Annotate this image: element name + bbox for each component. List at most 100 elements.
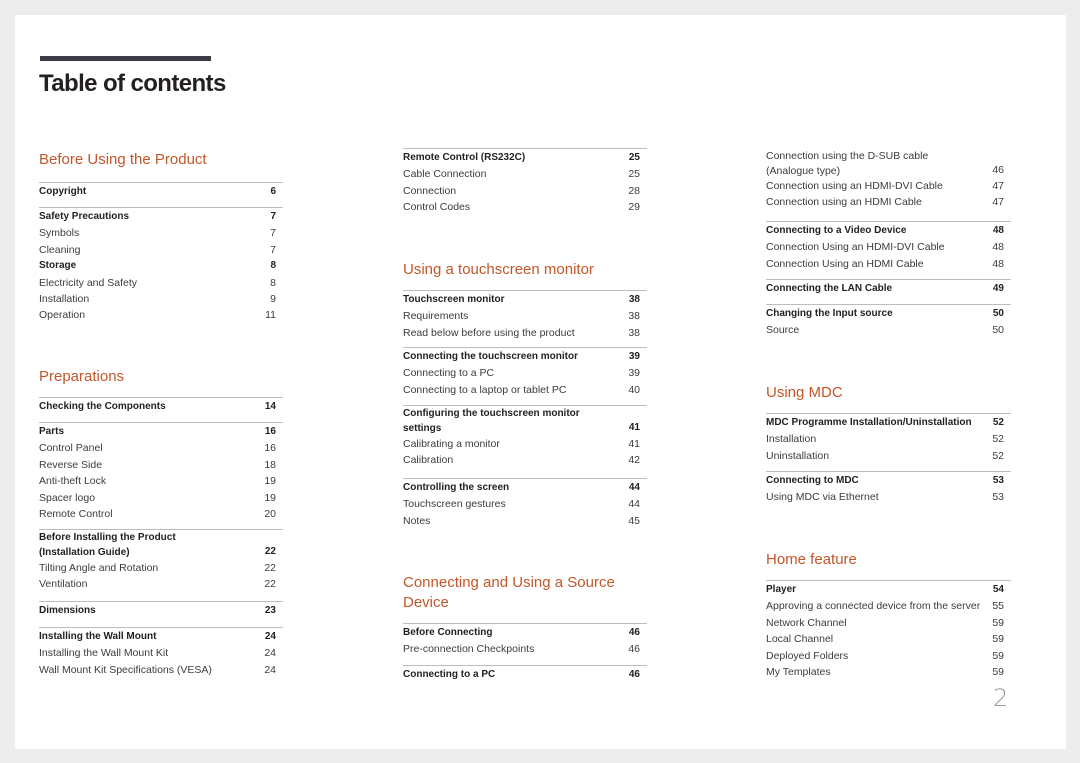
toc-entry[interactable]: Ventilation 22 xyxy=(39,576,283,592)
entry-page-number: 23 xyxy=(264,605,276,616)
toc-entry[interactable]: Cable Connection 25 xyxy=(403,166,647,182)
toc-heading-entry[interactable]: Checking the Components 14 xyxy=(39,399,283,415)
toc-entry[interactable]: Calibrating a monitor 41 xyxy=(403,436,647,452)
entry-label: Player xyxy=(766,584,797,595)
entry-label: Connection Using an HDMI Cable xyxy=(766,257,924,270)
toc-entry[interactable]: Connection 28 xyxy=(403,183,647,199)
entry-page-number: 39 xyxy=(628,351,640,362)
entry-page-number: 48 xyxy=(992,257,1004,270)
toc-entry[interactable]: Uninstallation 52 xyxy=(766,448,1011,464)
entry-label: Connecting to MDC xyxy=(766,475,859,486)
toc-heading-entry[interactable]: Connecting to a Video Device 48 xyxy=(766,223,1011,239)
toc-entry[interactable]: Anti-theft Lock 19 xyxy=(39,473,283,489)
toc-entry[interactable]: Connecting to a laptop or tablet PC 40 xyxy=(403,382,647,398)
entry-label: My Templates xyxy=(766,666,831,679)
entry-page-number: 59 xyxy=(992,616,1004,629)
toc-entry[interactable]: Local Channel 59 xyxy=(766,631,1011,647)
toc-heading-entry[interactable]: Configuring the touchscreen monitor sett… xyxy=(403,407,647,436)
toc-entry[interactable]: Connection using an HDMI-DVI Cable 47 xyxy=(766,178,1011,194)
toc-entry[interactable]: Connection Using an HDMI Cable 48 xyxy=(766,256,1011,272)
toc-heading-entry[interactable]: Connecting the LAN Cable 49 xyxy=(766,281,1011,297)
toc-entry[interactable]: Control Panel 16 xyxy=(39,440,283,456)
entry-page-number: 41 xyxy=(628,438,640,450)
toc-heading-entry[interactable]: Copyright 6 xyxy=(39,184,283,200)
entry-page-number: 46 xyxy=(992,163,1004,176)
toc-entry[interactable]: Deployed Folders 59 xyxy=(766,648,1011,664)
toc-heading-entry[interactable]: Controlling the screen 44 xyxy=(403,480,647,496)
toc-entry[interactable]: Installation 9 xyxy=(39,291,283,307)
toc-heading-entry[interactable]: Changing the Input source 50 xyxy=(766,306,1011,322)
entry-label: Remote Control xyxy=(39,508,113,521)
toc-entry[interactable]: Network Channel 59 xyxy=(766,615,1011,631)
toc-entry[interactable]: Installation 52 xyxy=(766,431,1011,447)
toc-entry[interactable]: Control Codes 29 xyxy=(403,199,647,215)
toc-heading-entry[interactable]: Connecting the touchscreen monitor 39 xyxy=(403,349,647,365)
toc-entry[interactable]: Approving a connected device from the se… xyxy=(766,598,1011,614)
toc-heading-entry[interactable]: Touchscreen monitor 38 xyxy=(403,292,647,308)
toc-heading-entry[interactable]: Storage 8 xyxy=(39,258,283,274)
toc-entry[interactable]: Connection Using an HDMI-DVI Cable 48 xyxy=(766,239,1011,255)
entry-page-number: 42 xyxy=(628,454,640,467)
toc-heading-entry[interactable]: Dimensions 23 xyxy=(39,603,283,619)
toc-heading-entry[interactable]: Parts 16 xyxy=(39,424,283,440)
section-title: Connecting and Using a Source Device xyxy=(403,574,615,611)
entry-label: Touchscreen gestures xyxy=(403,498,506,511)
entry-page-number: 19 xyxy=(264,475,276,488)
toc-heading-entry[interactable]: Safety Precautions 7 xyxy=(39,209,283,225)
toc-group: Copyright 6 xyxy=(39,182,283,200)
entry-label: Tilting Angle and Rotation xyxy=(39,562,159,574)
entry-label: Spacer logo xyxy=(39,491,96,504)
entry-page-number: 40 xyxy=(628,383,640,396)
entry-page-number: 49 xyxy=(992,283,1004,294)
toc-entry[interactable]: Spacer logo 19 xyxy=(39,490,283,506)
toc-heading-entry[interactable]: Before Connecting 46 xyxy=(403,625,647,641)
toc-heading-entry[interactable]: Before Installing the Product (Installat… xyxy=(39,531,283,560)
toc-entry[interactable]: My Templates 59 xyxy=(766,664,1011,680)
toc-entry[interactable]: Source 50 xyxy=(766,322,1011,338)
entry-page-number: 44 xyxy=(628,498,640,511)
toc-entry[interactable]: Touchscreen gestures 44 xyxy=(403,496,647,512)
entry-page-number: 46 xyxy=(628,643,640,656)
toc-entry[interactable]: Reverse Side 18 xyxy=(39,457,283,473)
toc-entry[interactable]: Connecting to a PC 39 xyxy=(403,365,647,381)
toc-heading-entry[interactable]: Player 54 xyxy=(766,582,1011,598)
toc-entry[interactable]: Installing the Wall Mount Kit 24 xyxy=(39,645,283,661)
entry-label: Cleaning xyxy=(39,243,81,256)
toc-entry[interactable]: Tilting Angle and Rotation 22 xyxy=(39,560,283,576)
toc-entry[interactable]: Cleaning 7 xyxy=(39,242,283,258)
toc-heading-entry[interactable]: Installing the Wall Mount 24 xyxy=(39,629,283,645)
entry-page-number: 45 xyxy=(628,514,640,527)
entry-page-number: 8 xyxy=(270,260,276,272)
toc-entry[interactable]: Notes 45 xyxy=(403,513,647,529)
toc-group: Parts 16 Control Panel 16 Reverse Side 18 Anti… xyxy=(39,422,283,522)
entry-label: Connecting to a PC xyxy=(403,669,496,680)
toc-heading-entry[interactable]: Remote Control (RS232C) 25 xyxy=(403,150,647,166)
toc-entry[interactable]: Connection using an HDMI Cable 47 xyxy=(766,194,1011,210)
toc-entry[interactable]: Operation 11 xyxy=(39,307,283,323)
toc-entry[interactable]: Calibration 42 xyxy=(403,452,647,468)
entry-label: Control Panel xyxy=(39,442,103,455)
toc-entry[interactable]: Electricity and Safety 8 xyxy=(39,275,283,291)
toc-entry[interactable]: Symbols 7 xyxy=(39,225,283,241)
toc-entry[interactable]: Remote Control 20 xyxy=(39,506,283,522)
entry-page-number: 54 xyxy=(992,584,1004,595)
toc-heading-entry[interactable]: Connecting to MDC 53 xyxy=(766,473,1011,489)
toc-entry[interactable]: Wall Mount Kit Specifications (VESA) 24 xyxy=(39,662,283,678)
toc-entry[interactable]: Read below before using the product 38 xyxy=(403,325,647,341)
entry-label: Copyright xyxy=(39,186,87,197)
toc-entry[interactable]: Requirements 38 xyxy=(403,308,647,324)
entry-page-number: 25 xyxy=(628,168,640,181)
entry-page-number: 50 xyxy=(992,324,1004,337)
entry-label: Connection using an HDMI Cable xyxy=(766,196,922,209)
toc-entry[interactable]: Connection using the D-SUB cable (Analog… xyxy=(766,149,1011,178)
entry-page-number: 7 xyxy=(270,227,276,240)
entry-page-number: 22 xyxy=(264,545,276,557)
toc-entry[interactable]: Pre-connection Checkpoints 46 xyxy=(403,641,647,657)
entry-label: Electricity and Safety xyxy=(39,276,138,289)
entry-label: Deployed Folders xyxy=(766,649,849,662)
entry-label: Calibration xyxy=(403,454,454,467)
toc-heading-entry[interactable]: Connecting to a PC 46 xyxy=(403,667,647,683)
toc-heading-entry[interactable]: MDC Programme Installation/Uninstallatio… xyxy=(766,415,1011,431)
entry-page-number: 22 xyxy=(264,578,276,591)
toc-entry[interactable]: Using MDC via Ethernet 53 xyxy=(766,489,1011,505)
